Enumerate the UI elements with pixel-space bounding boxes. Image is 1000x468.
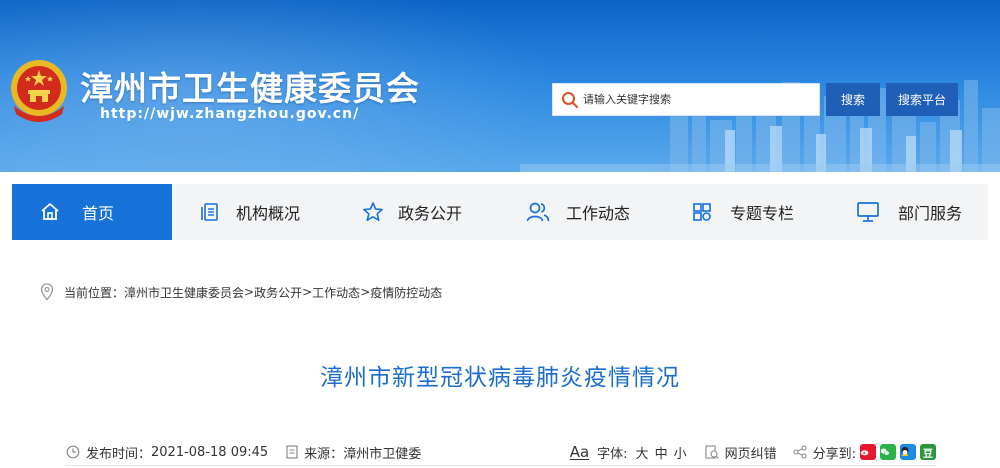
nav-item-gov-affairs[interactable]: 政务公开 [332,184,496,240]
breadcrumb-separator: > [302,285,313,299]
nav-label-home: 首页 [82,204,115,223]
site-url[interactable]: http://wjw.zhangzhou.gov.cn/ [100,106,359,122]
header-banner: 漳州市卫生健康委员会 http://wjw.zhangzhou.gov.cn/ … [0,0,1000,172]
douban-icon[interactable]: 豆 [920,444,936,460]
breadcrumb-item-epidemic[interactable]: 疫情防控动态 [370,284,442,301]
document-icon [201,203,218,221]
national-emblem-icon [11,60,67,122]
search-input[interactable] [583,85,813,114]
publish-label: 发布时间： [86,446,152,462]
weibo-icon[interactable] [860,444,876,460]
location-pin-icon [40,283,54,301]
nav-item-services[interactable]: 部门服务 [824,184,988,240]
meta-divider [66,465,936,466]
breadcrumb-separator: > [244,285,255,299]
nav-item-about[interactable]: 机构概况 [172,184,332,240]
breadcrumb-prefix: 当前位置： [64,285,125,300]
font-large-button[interactable]: 大 [636,443,649,462]
nav-label-gov-affairs: 政务公开 [398,204,463,223]
share-icon [793,445,807,459]
nav-label-about: 机构概况 [236,204,301,223]
source-info: 来源： 漳州市卫健委 [286,443,421,462]
page-error-report[interactable]: 网页纠错 [705,443,777,462]
font-small-button[interactable]: 小 [674,443,687,462]
publish-info: 发布时间： 2021-08-18 09:45 [66,443,268,462]
monitor-icon [857,202,879,222]
font-size-icon: Aa [569,443,590,461]
source-label: 来源： [304,446,344,462]
error-report-icon [705,445,719,459]
city-skyline-icon [520,80,1000,172]
breadcrumb-item-gov-affairs[interactable]: 政务公开 [254,284,302,301]
search-platform-button[interactable]: 搜索平台 [886,83,958,116]
site-title: 漳州市卫生健康委员会 [80,69,420,108]
font-size-control: Aa 字体: 大 中 小 [570,443,687,462]
search-box [552,83,820,116]
people-icon [526,202,550,222]
wechat-icon[interactable] [880,444,896,460]
nav-item-topics[interactable]: 专题专栏 [660,184,824,240]
source-value: 漳州市卫健委 [343,446,422,462]
nav-item-home[interactable]: 首页 [12,184,172,240]
breadcrumb: 当前位置： 漳州市卫生健康委员会 > 政务公开 > 工作动态 > 疫情防控动态 [40,283,442,301]
home-icon [41,203,59,220]
search-icon [562,91,579,108]
grid-icon [693,203,711,221]
nav-item-work-news[interactable]: 工作动态 [496,184,660,240]
source-doc-icon [286,445,298,459]
font-medium-button[interactable]: 中 [655,443,668,462]
search-button[interactable]: 搜索 [826,83,880,116]
breadcrumb-item-commission[interactable]: 漳州市卫生健康委员会 [124,284,244,301]
article-title: 漳州市新型冠状病毒肺炎疫情情况 [320,365,680,391]
share-bar: 分享到: 豆 [793,443,936,462]
star-icon [363,202,383,222]
font-label: 字体: [597,446,628,462]
nav-label-services: 部门服务 [898,204,963,223]
breadcrumb-separator: > [360,285,371,299]
nav-label-work-news: 工作动态 [566,204,631,223]
main-nav: 首页 机构概况 政务公开 工作动态 专题专栏 部门服务 [12,184,988,240]
qq-icon[interactable] [900,444,916,460]
breadcrumb-item-work-news[interactable]: 工作动态 [312,284,360,301]
publish-time: 2021-08-18 09:45 [151,444,269,460]
share-label: 分享到: [812,446,856,462]
clock-icon [66,445,80,459]
nav-label-topics: 专题专栏 [730,204,795,223]
article-meta: 发布时间： 2021-08-18 09:45 来源： 漳州市卫健委 Aa 字体:… [66,440,936,464]
error-report-label: 网页纠错 [724,446,777,462]
